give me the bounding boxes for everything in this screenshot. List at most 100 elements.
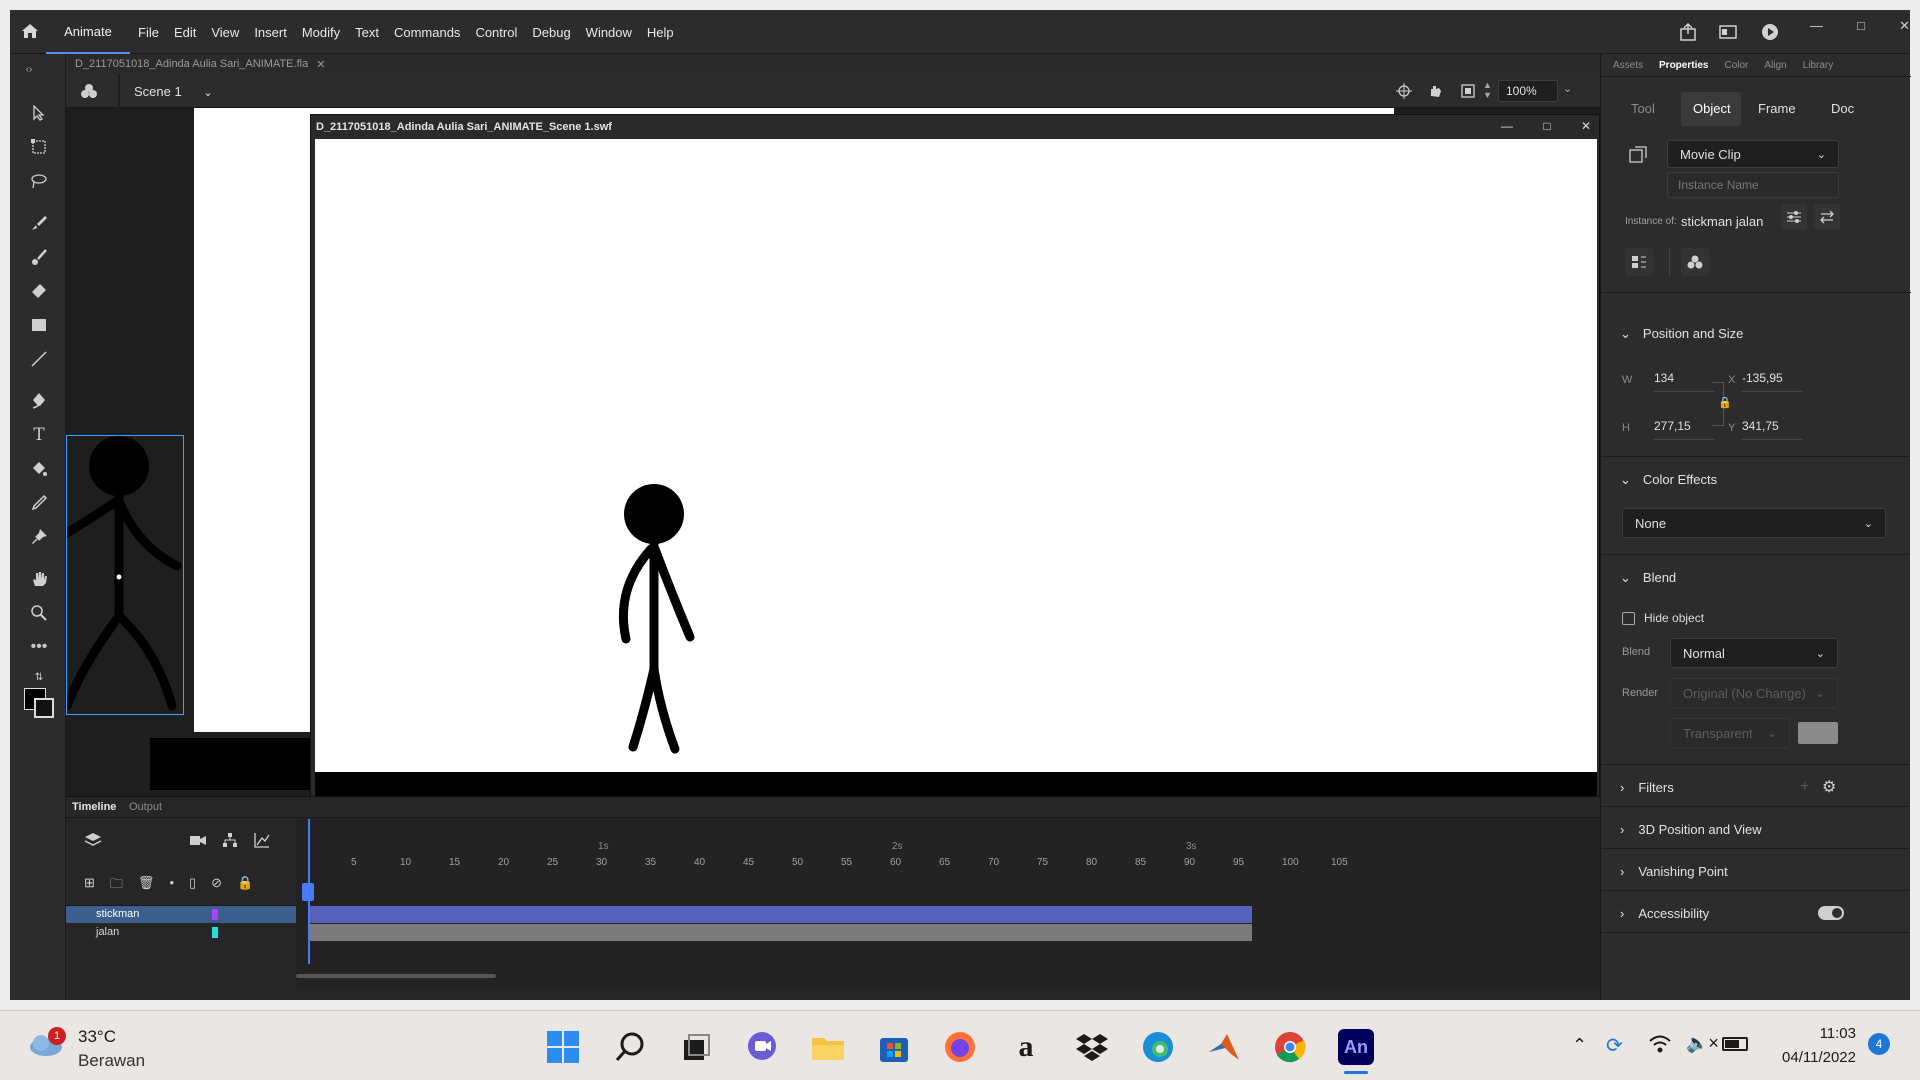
eyedropper-tool-icon[interactable] bbox=[28, 492, 50, 514]
tab-assets[interactable]: Assets bbox=[1613, 60, 1643, 71]
new-layer-icon[interactable]: ⊞ bbox=[84, 875, 95, 891]
speaker-muted-icon[interactable]: 🔈× bbox=[1686, 1033, 1719, 1054]
swf-close-icon[interactable]: ✕ bbox=[1581, 119, 1591, 135]
render-select[interactable]: Original (No Change) ⌄ bbox=[1670, 678, 1838, 708]
notification-badge[interactable]: 4 bbox=[1868, 1033, 1890, 1055]
zoom-stepper[interactable]: ▲ ▼ bbox=[1483, 80, 1495, 102]
highlight-icon[interactable]: • bbox=[169, 875, 174, 891]
edit-symbol-properties-icon[interactable] bbox=[1781, 204, 1807, 230]
paint-bucket-tool-icon[interactable] bbox=[28, 458, 50, 480]
playhead-handle[interactable] bbox=[302, 883, 314, 901]
jalan-frame-span[interactable] bbox=[308, 924, 1252, 941]
blend-mode-select[interactable]: Normal ⌄ bbox=[1670, 638, 1838, 668]
zoom-tool-icon[interactable] bbox=[28, 602, 50, 624]
layers-icon[interactable] bbox=[84, 831, 102, 849]
timeline-tab[interactable]: Timeline bbox=[72, 801, 116, 813]
clip-content-icon[interactable] bbox=[1460, 83, 1476, 99]
output-tab[interactable]: Output bbox=[129, 801, 162, 813]
tab-library[interactable]: Library bbox=[1803, 60, 1834, 71]
vanishing-point-header[interactable]: › Vanishing Point bbox=[1620, 864, 1728, 879]
line-tool-icon[interactable] bbox=[28, 348, 50, 370]
tab-tool[interactable]: Tool bbox=[1631, 101, 1655, 116]
delete-layer-icon[interactable]: 🗑 bbox=[138, 875, 155, 891]
wifi-icon[interactable] bbox=[1648, 1033, 1672, 1055]
snap-icon[interactable] bbox=[1396, 83, 1412, 99]
test-movie-icon[interactable] bbox=[1760, 22, 1780, 42]
stickman-tween-span[interactable] bbox=[308, 906, 1252, 923]
lasso-tool-icon[interactable] bbox=[28, 170, 50, 192]
pen-tool-icon[interactable] bbox=[28, 390, 50, 412]
frame-area[interactable]: 5 10 15 20 25 30 35 40 45 50 55 60 65 70 75 80 85 90 95 100… bbox=[296, 819, 1600, 989]
timeline-scrollbar[interactable] bbox=[296, 974, 496, 978]
fill-color-swatch[interactable] bbox=[34, 698, 54, 718]
home-icon[interactable] bbox=[20, 21, 40, 41]
menu-control[interactable]: Control bbox=[475, 25, 517, 40]
outline-icon[interactable]: ▯ bbox=[189, 875, 196, 891]
y-field[interactable]: 341,75 bbox=[1742, 419, 1802, 440]
rotate-stage-icon[interactable] bbox=[1428, 83, 1444, 99]
height-field[interactable]: 277,15 bbox=[1654, 419, 1714, 440]
add-filter-icon[interactable]: + bbox=[1800, 778, 1809, 796]
new-folder-icon[interactable]: 🗀 bbox=[110, 875, 123, 891]
camera-icon[interactable] bbox=[190, 833, 206, 847]
paint-brush-tool-icon[interactable] bbox=[28, 212, 50, 234]
blend-header[interactable]: ⌄ Blend bbox=[1620, 570, 1676, 586]
chevron-up-icon[interactable]: ⌃ bbox=[1572, 1035, 1587, 1056]
more-tools-icon[interactable]: ••• bbox=[28, 636, 50, 658]
symbol-type-select[interactable]: Movie Clip ⌄ bbox=[1667, 140, 1839, 168]
search-icon[interactable] bbox=[612, 1029, 648, 1065]
close-icon[interactable]: ✕ bbox=[1899, 18, 1910, 38]
swf-minimize-icon[interactable]: — bbox=[1501, 119, 1513, 135]
layer-row-stickman[interactable]: stickman bbox=[66, 906, 296, 923]
menu-window[interactable]: Window bbox=[586, 25, 632, 40]
lock-icon[interactable]: 🔒 bbox=[1718, 396, 1732, 409]
menu-text[interactable]: Text bbox=[355, 25, 379, 40]
eraser-tool-icon[interactable] bbox=[28, 280, 50, 302]
lock-layer-icon[interactable]: 🔒 bbox=[237, 875, 253, 891]
document-tab[interactable]: D_2117051018_Adinda Aulia Sari_ANIMATE.f… bbox=[75, 58, 325, 71]
panel-expand-icon[interactable]: ‹› bbox=[18, 58, 40, 80]
text-tool-icon[interactable]: T bbox=[28, 424, 50, 446]
menu-insert[interactable]: Insert bbox=[254, 25, 287, 40]
swap-colors-icon[interactable]: ⇅ bbox=[28, 666, 50, 688]
firefox-icon[interactable] bbox=[942, 1029, 978, 1065]
file-explorer-icon[interactable] bbox=[810, 1029, 846, 1065]
sync-icon[interactable]: ⟳ bbox=[1606, 1033, 1623, 1058]
start-icon[interactable] bbox=[545, 1029, 581, 1065]
tab-doc[interactable]: Doc bbox=[1831, 101, 1854, 116]
tab-align[interactable]: Align bbox=[1764, 60, 1786, 71]
selection-tool-icon[interactable] bbox=[28, 102, 50, 124]
accessibility-header[interactable]: › Accessibility bbox=[1620, 906, 1709, 921]
width-field[interactable]: 134 bbox=[1654, 371, 1714, 392]
share-icon[interactable] bbox=[1678, 22, 1698, 42]
graph-icon[interactable] bbox=[254, 832, 270, 848]
menu-help[interactable]: Help bbox=[647, 25, 674, 40]
maximize-icon[interactable]: □ bbox=[1857, 18, 1865, 38]
stickman-instance-selected[interactable] bbox=[66, 435, 184, 715]
menu-commands[interactable]: Commands bbox=[394, 25, 460, 40]
pin-tool-icon[interactable] bbox=[28, 526, 50, 548]
microsoft-store-icon[interactable] bbox=[876, 1029, 912, 1065]
scene-selector[interactable]: Scene 1 ⌄ bbox=[134, 84, 213, 99]
hide-layer-icon[interactable]: ⊘ bbox=[211, 875, 222, 891]
road-shape[interactable] bbox=[150, 738, 310, 790]
chrome-icon[interactable] bbox=[1272, 1029, 1308, 1065]
parenting-icon[interactable] bbox=[222, 832, 238, 848]
menu-file[interactable]: File bbox=[138, 25, 159, 40]
filters-header[interactable]: › Filters bbox=[1620, 780, 1674, 795]
transparent-select[interactable]: Transparent ⌄ bbox=[1670, 718, 1790, 748]
chat-icon[interactable] bbox=[744, 1029, 780, 1065]
task-view-icon[interactable] bbox=[678, 1029, 714, 1065]
zoom-dropdown-icon[interactable]: ⌄ bbox=[1563, 82, 1572, 95]
menu-modify[interactable]: Modify bbox=[302, 25, 340, 40]
hand-tool-icon[interactable] bbox=[28, 568, 50, 590]
x-field[interactable]: -135,95 bbox=[1742, 371, 1802, 392]
color-effect-select[interactable]: None ⌄ bbox=[1622, 508, 1886, 538]
hide-object-checkbox[interactable] bbox=[1622, 612, 1635, 625]
dropbox-icon[interactable] bbox=[1074, 1029, 1110, 1065]
color-effects-header[interactable]: ⌄ Color Effects bbox=[1620, 472, 1717, 488]
swap-symbol-icon[interactable] bbox=[1814, 204, 1840, 230]
zoom-input[interactable]: 100% bbox=[1498, 80, 1558, 102]
clock-time[interactable]: 11:03 bbox=[1768, 1025, 1856, 1042]
tab-frame[interactable]: Frame bbox=[1758, 101, 1796, 116]
